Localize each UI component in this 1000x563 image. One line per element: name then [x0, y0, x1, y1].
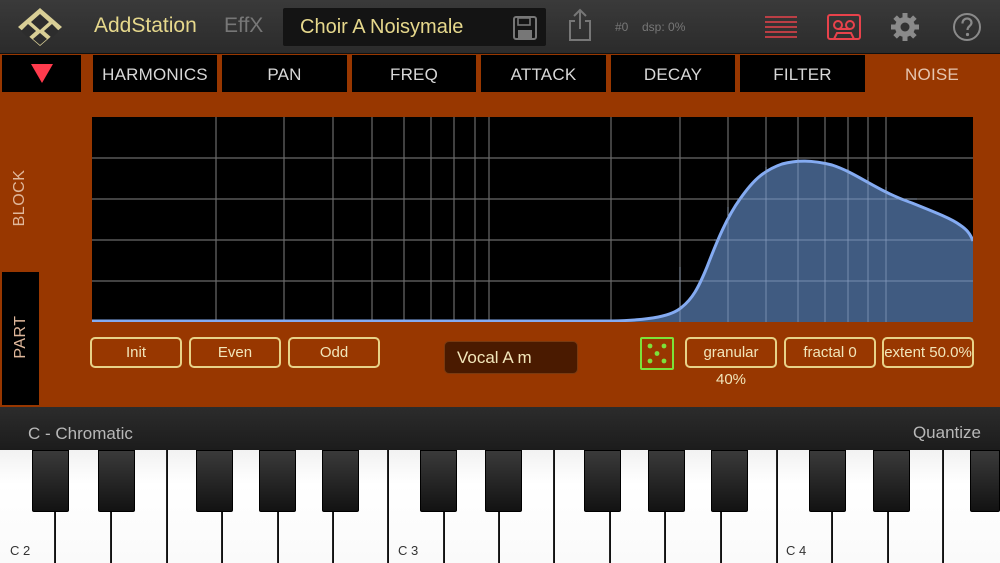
side-tab-part[interactable]: PART	[2, 272, 39, 405]
extent-button[interactable]: extent 50.0%	[882, 337, 974, 368]
side-tab-block[interactable]: BLOCK	[2, 137, 38, 267]
fractal-button[interactable]: fractal 0	[784, 337, 876, 368]
tab-filter[interactable]: FILTER	[740, 55, 865, 92]
tab-harmonics[interactable]: HARMONICS	[93, 55, 217, 92]
tab-attack[interactable]: ATTACK	[481, 55, 606, 92]
black-key[interactable]	[873, 450, 910, 512]
dice-icon	[647, 343, 667, 364]
black-key[interactable]	[322, 450, 359, 512]
black-key[interactable]	[196, 450, 233, 512]
octave-label-c3: C 3	[398, 543, 419, 558]
black-key[interactable]	[711, 450, 748, 512]
preset-selector[interactable]: Choir A Noisymale	[283, 8, 546, 46]
octave-label-c4: C 4	[786, 543, 807, 558]
logo-icon[interactable]	[16, 6, 64, 48]
collapse-button[interactable]	[2, 55, 81, 92]
granular-button[interactable]: granular 40%	[685, 337, 777, 388]
black-key[interactable]	[584, 450, 621, 512]
odd-button[interactable]: Odd	[288, 337, 380, 368]
dsp-load: dsp: 0%	[642, 20, 686, 34]
tab-pan[interactable]: PAN	[222, 55, 347, 92]
gear-icon[interactable]	[890, 12, 920, 42]
even-button[interactable]: Even	[189, 337, 281, 368]
black-key[interactable]	[648, 450, 685, 512]
share-icon[interactable]	[566, 8, 594, 42]
effx-button[interactable]: EffX	[224, 14, 263, 38]
editor-panel: HARMONICS PAN FREQ ATTACK DECAY FILTER N…	[0, 54, 1000, 407]
tape-icon[interactable]	[827, 13, 861, 41]
noise-curve-fill	[92, 161, 973, 322]
tab-decay[interactable]: DECAY	[611, 55, 735, 92]
black-key[interactable]	[98, 450, 135, 512]
save-icon[interactable]	[512, 15, 538, 41]
side-tab-part-label: PART	[12, 315, 29, 359]
preset-name: Choir A Noisymale	[300, 16, 464, 38]
piano-keyboard[interactable]	[0, 450, 1000, 563]
spectrum-preset-select[interactable]: Vocal A m	[444, 341, 578, 374]
black-key[interactable]	[485, 450, 522, 512]
top-bar: AddStation EffX Choir A Noisymale #0 dsp…	[0, 0, 1000, 54]
menu-icon[interactable]	[764, 14, 798, 40]
init-button[interactable]: Init	[90, 337, 182, 368]
black-key[interactable]	[420, 450, 457, 512]
black-key[interactable]	[809, 450, 846, 512]
quantize-toggle[interactable]: Quantize	[913, 423, 981, 443]
black-key[interactable]	[259, 450, 296, 512]
patch-number: #0	[615, 20, 629, 34]
black-key[interactable]	[32, 450, 69, 512]
side-tab-block-label: BLOCK	[11, 169, 28, 227]
help-icon[interactable]	[952, 12, 982, 42]
scale-selector[interactable]: C - Chromatic	[28, 424, 133, 444]
app-title[interactable]: AddStation	[94, 14, 197, 38]
keyboard-strip[interactable]: C - Chromatic Quantize	[0, 407, 1000, 450]
octave-label-c2: C 2	[10, 543, 31, 558]
noise-spectrum-graph[interactable]	[92, 117, 973, 322]
triangle-down-icon	[31, 64, 53, 83]
black-key[interactable]	[970, 450, 1000, 512]
tab-freq[interactable]: FREQ	[352, 55, 476, 92]
randomize-button[interactable]	[640, 337, 674, 370]
tab-noise[interactable]: NOISE	[870, 55, 994, 92]
